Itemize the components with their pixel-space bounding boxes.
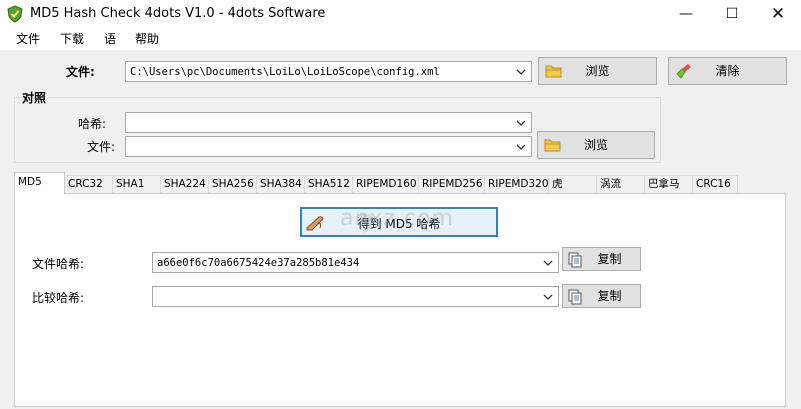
file-hash-combo[interactable]: a66e0f6c70a6675424e37a285b81e434 <box>152 252 559 273</box>
browse-file-label: 浏览 <box>585 64 610 78</box>
window-title: MD5 Hash Check 4dots V1.0 - 4dots Softwa… <box>30 6 326 21</box>
minimize-button[interactable]: — <box>663 0 709 28</box>
compare-group-title: 对照 <box>20 91 49 105</box>
copy-compare-hash-button[interactable]: 复制 <box>562 284 641 308</box>
compare-file-combo[interactable] <box>125 136 532 157</box>
clear-button[interactable]: 清除 <box>668 57 787 85</box>
tab-sha512[interactable]: SHA512 <box>305 175 353 193</box>
tab-sha384[interactable]: SHA384 <box>257 175 305 193</box>
menu-help[interactable]: 帮助 <box>135 31 159 47</box>
browse-compare-label: 浏览 <box>583 138 608 152</box>
tab-md5[interactable]: MD5 <box>14 172 65 194</box>
chevron-down-icon[interactable] <box>540 253 556 272</box>
file-hash-value: a66e0f6c70a6675424e37a285b81e434 <box>157 257 360 269</box>
tab-crc16[interactable]: CRC16 <box>693 175 738 193</box>
menu-file[interactable]: 文件 <box>16 31 40 47</box>
tab-whirlpool[interactable]: 涡流 <box>597 175 645 193</box>
menu-bar <box>0 28 801 50</box>
tab-sha224[interactable]: SHA224 <box>161 175 209 193</box>
copy-file-hash-button[interactable]: 复制 <box>562 247 641 271</box>
tab-panama[interactable]: 巴拿马 <box>645 175 693 193</box>
chevron-down-icon[interactable] <box>513 113 529 132</box>
tab-sha256[interactable]: SHA256 <box>209 175 257 193</box>
file-path-combo[interactable]: C:\Users\pc\Documents\LoiLo\LoiLoScope\c… <box>125 61 532 82</box>
watermark-text: anxz.com <box>340 206 454 231</box>
chevron-down-icon[interactable] <box>513 62 529 81</box>
file-label: 文件: <box>66 65 95 79</box>
tab-tiger[interactable]: 虎 <box>549 175 597 193</box>
close-button[interactable]: ✕ <box>755 0 801 28</box>
tab-ripemd256[interactable]: RIPEMD256 <box>419 175 485 193</box>
chevron-down-icon[interactable] <box>513 137 529 156</box>
file-hash-label: 文件哈希: <box>32 257 85 271</box>
maximize-button[interactable]: ☐ <box>709 0 755 28</box>
menu-download[interactable]: 下载 <box>60 31 84 47</box>
chevron-down-icon[interactable] <box>540 287 556 306</box>
tab-ripemd160[interactable]: RIPEMD160 <box>353 175 419 193</box>
app-shield-icon <box>7 5 23 23</box>
compare-hash-combo[interactable] <box>125 112 532 133</box>
copy-file-hash-label: 复制 <box>597 252 622 266</box>
menu-language[interactable]: 语 <box>104 31 116 47</box>
browse-file-button[interactable]: 浏览 <box>538 57 657 85</box>
compare-hash-label: 哈希: <box>78 117 107 131</box>
copy-compare-hash-label: 复制 <box>597 289 622 303</box>
file-path-value: C:\Users\pc\Documents\LoiLo\LoiLoScope\c… <box>130 66 440 78</box>
compare-file-label: 文件: <box>87 140 116 154</box>
clear-label: 清除 <box>715 64 740 78</box>
tab-ripemd320[interactable]: RIPEMD320 <box>485 175 549 193</box>
compare-hash-result-label: 比较哈希: <box>32 291 85 305</box>
tab-sha1[interactable]: SHA1 <box>113 175 161 193</box>
browse-compare-button[interactable]: 浏览 <box>537 131 655 159</box>
compare-hash-result-combo[interactable] <box>152 286 559 307</box>
tab-crc32[interactable]: CRC32 <box>65 175 113 193</box>
